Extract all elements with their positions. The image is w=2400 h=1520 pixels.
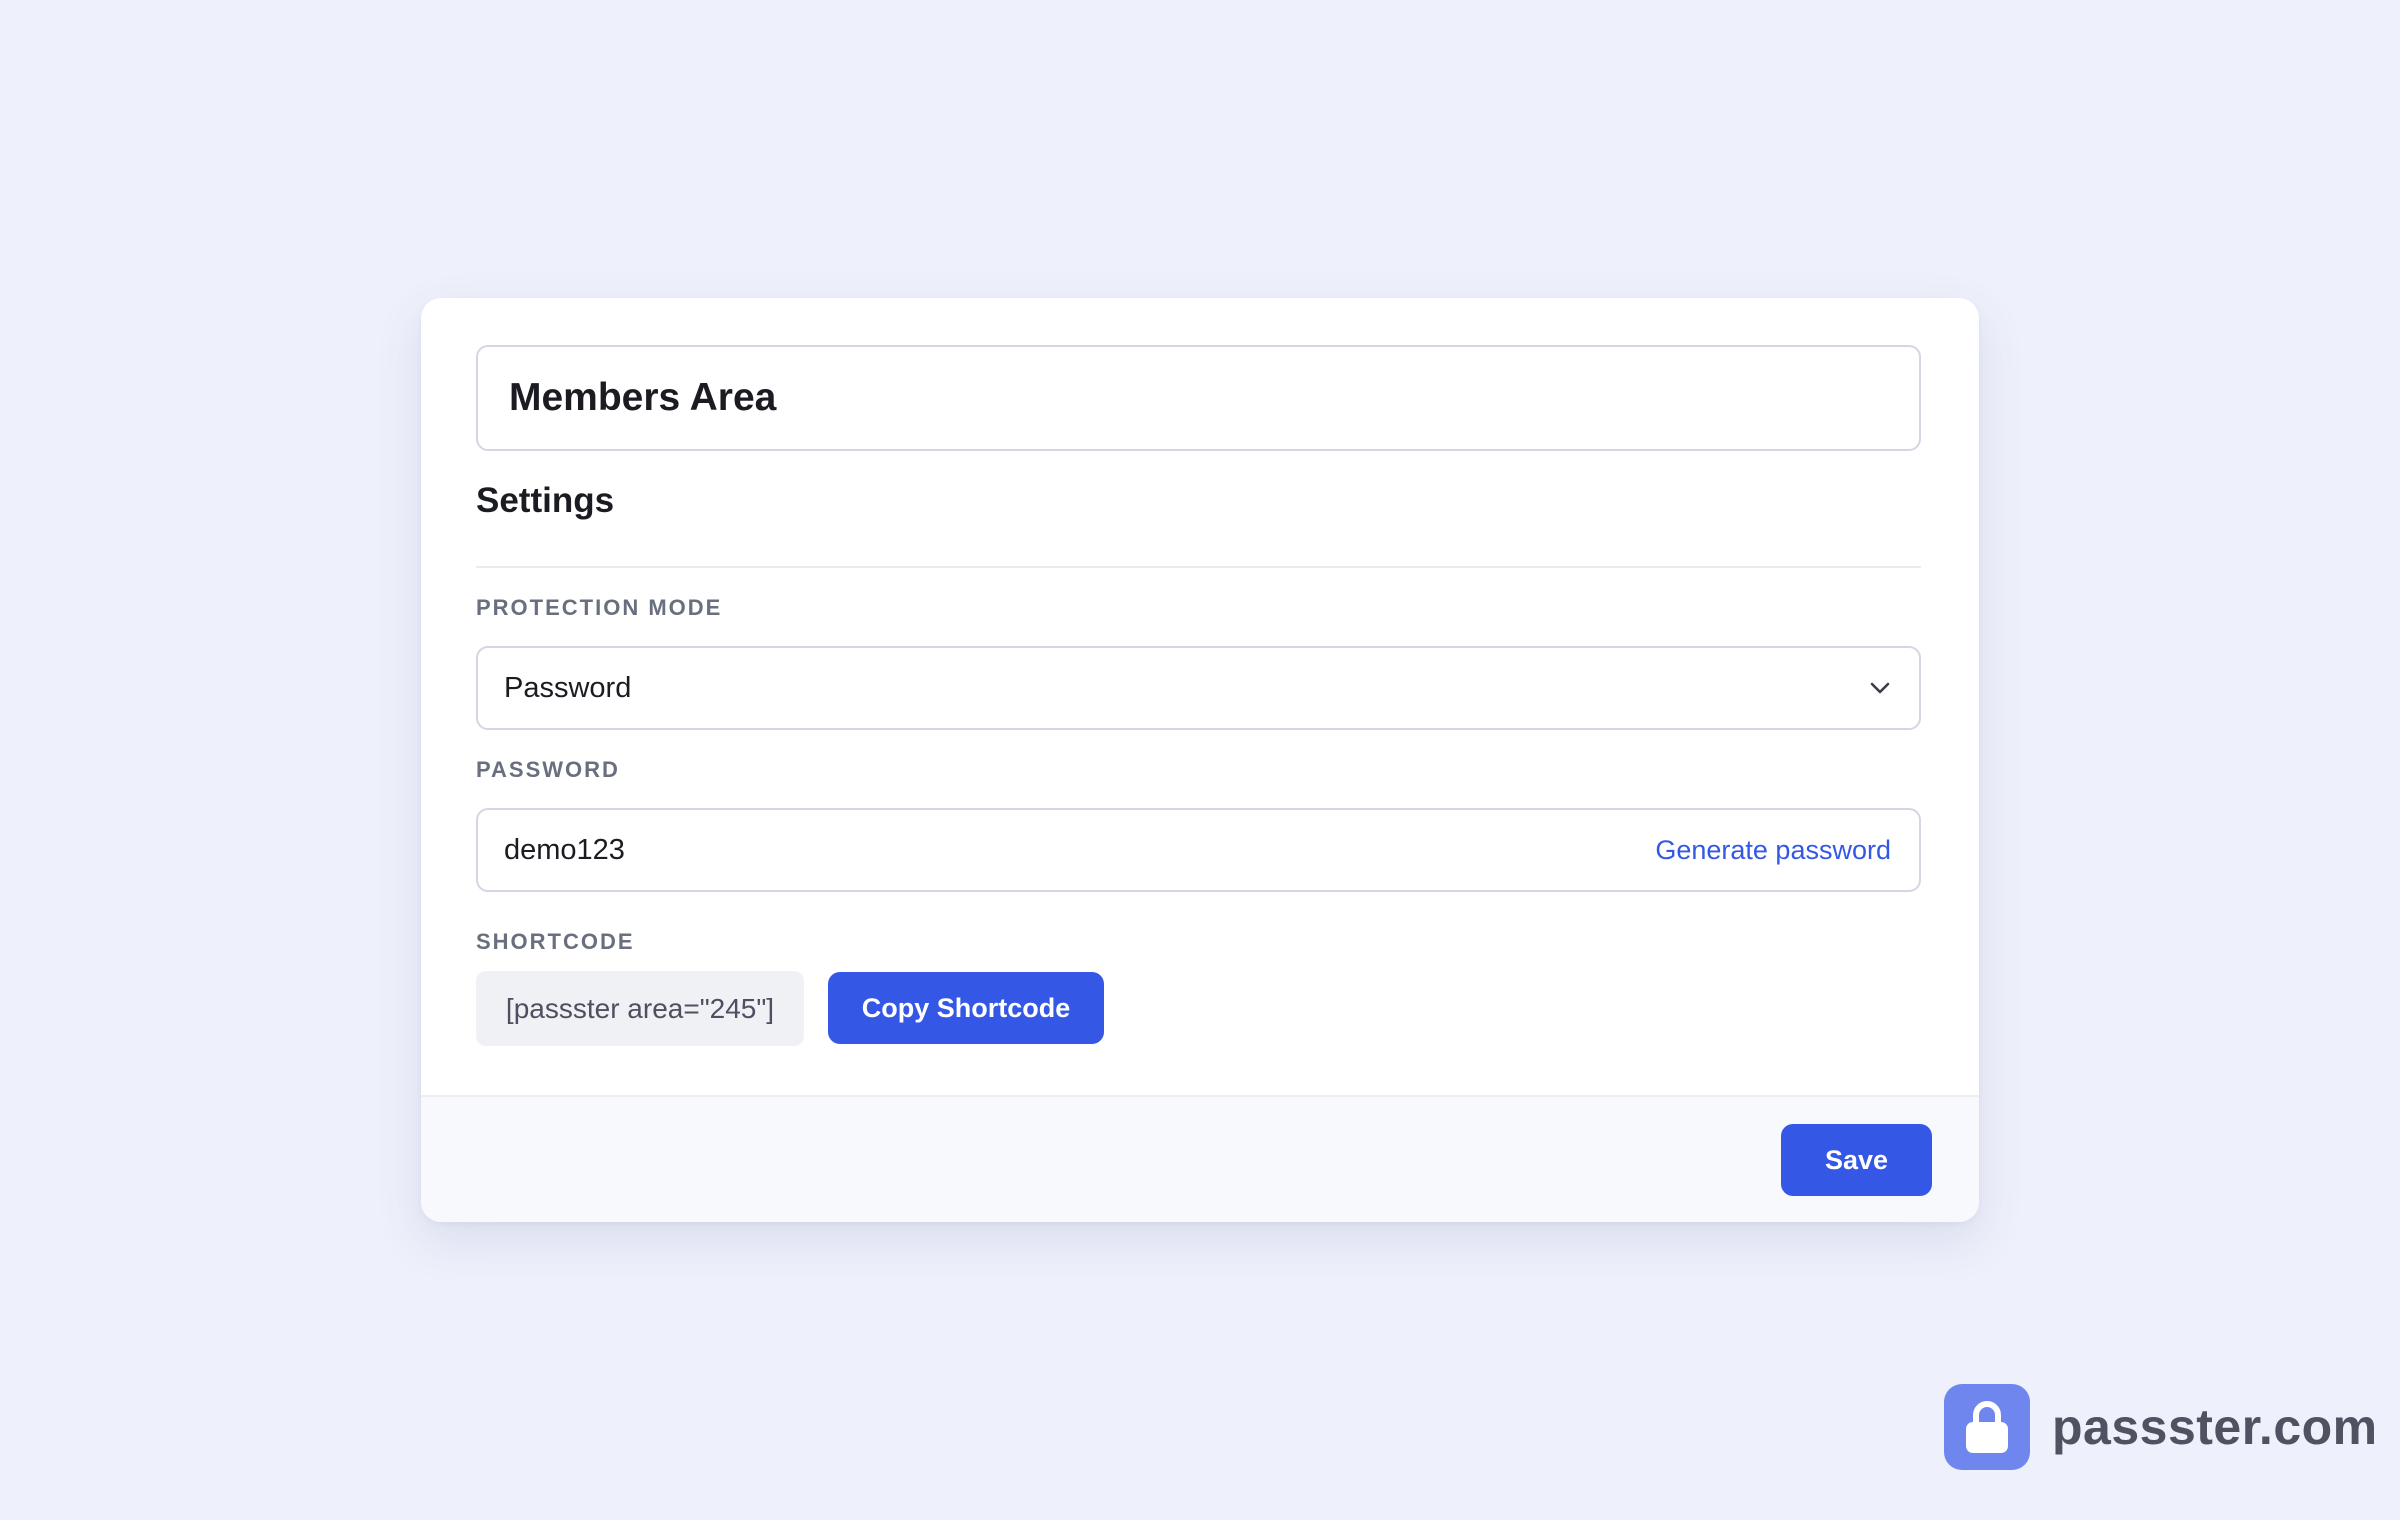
password-input[interactable]: demo123 Generate password: [476, 808, 1921, 892]
protection-mode-value: Password: [504, 671, 632, 704]
lock-icon: [1944, 1384, 2030, 1470]
password-label: PASSWORD: [476, 757, 620, 782]
shortcode-display: [passster area="245"]: [476, 971, 804, 1046]
card-footer: Save: [421, 1095, 1979, 1222]
generate-password-link[interactable]: Generate password: [1655, 835, 1891, 866]
save-button[interactable]: Save: [1781, 1124, 1932, 1196]
protection-mode-select[interactable]: Password: [476, 646, 1921, 730]
settings-heading: Settings: [476, 481, 615, 520]
brand-watermark: passster.com: [1944, 1384, 2378, 1470]
chevron-down-icon: [1869, 681, 1891, 695]
shortcode-label: SHORTCODE: [476, 929, 635, 954]
password-value: demo123: [504, 833, 625, 866]
brand-name: passster.com: [2052, 1399, 2378, 1455]
area-title-value: Members Area: [509, 376, 777, 419]
copy-shortcode-button[interactable]: Copy Shortcode: [828, 972, 1104, 1044]
settings-divider: [476, 566, 1921, 568]
area-settings-card: Members Area Settings PROTECTION MODE Pa…: [421, 298, 1979, 1222]
area-title-input[interactable]: Members Area: [476, 345, 1921, 451]
shortcode-value: [passster area="245"]: [505, 992, 775, 1024]
protection-mode-label: PROTECTION MODE: [476, 595, 723, 620]
